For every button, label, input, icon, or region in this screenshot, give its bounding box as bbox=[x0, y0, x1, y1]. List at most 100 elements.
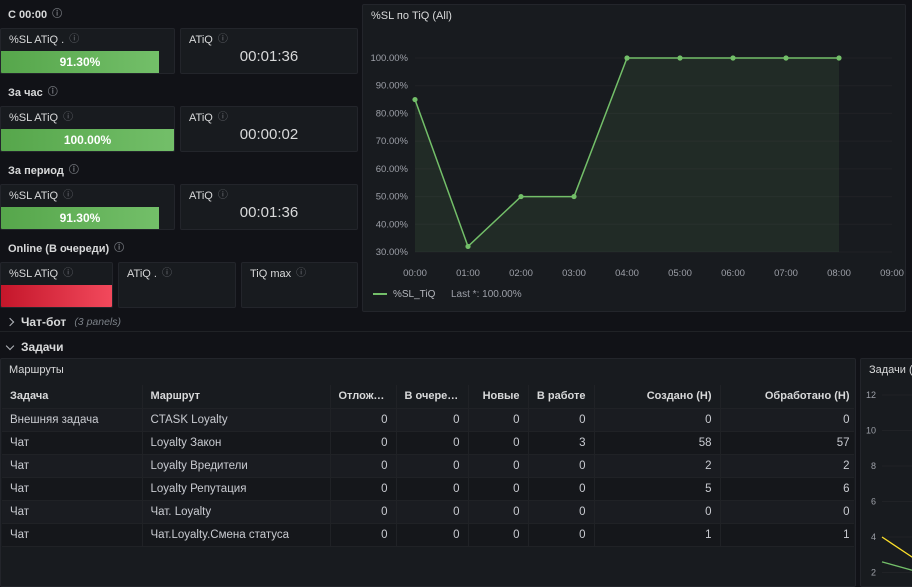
timeseries-panel[interactable]: %SL по TiQ (All) 100.00%90.00%80.00%70.0… bbox=[362, 4, 906, 312]
table-cell: 0 bbox=[396, 408, 468, 431]
table-column-header[interactable]: Отложены bbox=[330, 385, 396, 408]
panel-title[interactable]: Задачи (All bbox=[861, 359, 912, 381]
panel-title[interactable]: %SL ATiQ .ⓘ bbox=[1, 29, 174, 51]
panel-title-text: Маршруты bbox=[9, 364, 64, 376]
data-point bbox=[624, 55, 629, 60]
table-cell: 0 bbox=[396, 454, 468, 477]
tasks-mini-chart[interactable]: 12108642 bbox=[862, 385, 912, 586]
panel-title-text: ATiQ . bbox=[127, 268, 157, 280]
series-line bbox=[882, 562, 912, 576]
table-column-header[interactable]: Новые bbox=[468, 385, 528, 408]
table-cell: 2 bbox=[720, 454, 854, 477]
panel-title[interactable]: %SL ATiQⓘ bbox=[1, 185, 174, 207]
stat-panel[interactable]: ATiQ . ⓘ bbox=[118, 262, 236, 308]
panel-title[interactable]: ATiQ . ⓘ bbox=[119, 263, 235, 285]
info-icon[interactable]: ⓘ bbox=[69, 166, 79, 176]
y-tick-label: 50.00% bbox=[376, 192, 409, 203]
x-tick-label: 08:00 bbox=[827, 268, 851, 279]
chevron-down-icon bbox=[6, 341, 14, 349]
row-header-chatbot[interactable]: Чат-бот (3 panels) bbox=[0, 312, 912, 332]
table-cell: 0 bbox=[330, 500, 396, 523]
info-icon[interactable]: ⓘ bbox=[218, 191, 228, 201]
table-cell: 6 bbox=[720, 477, 854, 500]
table-cell: Loyalty Репутация bbox=[142, 477, 330, 500]
table-column-header[interactable]: Обработано (Н) bbox=[720, 385, 854, 408]
gauge-panel[interactable]: %SL ATiQ ⓘ bbox=[0, 262, 113, 308]
table-cell: 0 bbox=[720, 408, 854, 431]
gauge-bar: 91.30% bbox=[1, 207, 159, 229]
info-icon[interactable]: ⓘ bbox=[114, 244, 124, 254]
panel-title[interactable]: TiQ maxⓘ bbox=[242, 263, 357, 285]
table-cell: 5 bbox=[594, 477, 720, 500]
row-label: Чат-бот bbox=[21, 315, 66, 329]
info-icon[interactable]: ⓘ bbox=[52, 10, 62, 20]
y-tick-label: 12 bbox=[866, 390, 876, 400]
routes-table-panel[interactable]: Маршруты ЗадачаМаршрутОтложеныВ очередиН… bbox=[0, 358, 856, 587]
table-cell: 0 bbox=[396, 431, 468, 454]
stat-panel[interactable]: ATiQⓘ00:01:36 bbox=[180, 28, 358, 74]
table-cell: Чат bbox=[2, 523, 142, 546]
x-tick-label: 00:00 bbox=[403, 268, 427, 279]
tasks-chart-panel[interactable]: Задачи (All 12108642 bbox=[860, 358, 912, 587]
dashboard: С 00:00ⓘ%SL ATiQ .ⓘ91.30%ATiQⓘ00:01:36За… bbox=[0, 0, 912, 587]
group-title: За час bbox=[8, 87, 43, 99]
stat-panel[interactable]: TiQ maxⓘ bbox=[241, 262, 358, 308]
table-cell: 0 bbox=[594, 408, 720, 431]
table-cell: 0 bbox=[330, 431, 396, 454]
group-title: Online (В очереди) bbox=[8, 243, 109, 255]
timeseries-chart[interactable]: 100.00%90.00%80.00%70.00%60.00%50.00%40.… bbox=[363, 5, 905, 311]
panel-title[interactable]: %SL ATiQ ⓘ bbox=[1, 263, 112, 285]
data-point bbox=[518, 194, 523, 199]
row-header-tasks[interactable]: Задачи bbox=[0, 337, 912, 357]
info-icon[interactable]: ⓘ bbox=[63, 191, 73, 201]
panel-row: %SL ATiQⓘ91.30%ATiQⓘ00:01:36 bbox=[0, 184, 358, 230]
table-cell: 1 bbox=[720, 523, 854, 546]
legend-label[interactable]: %SL_TiQ bbox=[393, 289, 436, 300]
data-point bbox=[571, 194, 576, 199]
x-tick-label: 04:00 bbox=[615, 268, 639, 279]
y-tick-label: 6 bbox=[871, 497, 876, 507]
info-icon[interactable]: ⓘ bbox=[63, 113, 73, 123]
panel-title[interactable]: %SL ATiQ ⓘ bbox=[1, 107, 174, 129]
table-column-header[interactable]: Маршрут bbox=[142, 385, 330, 408]
table-cell: Чат bbox=[2, 431, 142, 454]
info-icon[interactable]: ⓘ bbox=[69, 35, 79, 45]
info-icon[interactable]: ⓘ bbox=[48, 88, 58, 98]
panel-title[interactable]: %SL по TiQ (All) bbox=[363, 5, 905, 27]
table-cell: 3 bbox=[528, 431, 594, 454]
panel-row: %SL ATiQⓘATiQ .ⓘTiQ maxⓘ bbox=[0, 262, 358, 308]
panel-title-text: %SL ATiQ bbox=[9, 268, 58, 280]
table-column-header[interactable]: В очереди bbox=[396, 385, 468, 408]
stat-panel[interactable]: ATiQⓘ00:01:36 bbox=[180, 184, 358, 230]
x-tick-label: 03:00 bbox=[562, 268, 586, 279]
y-tick-label: 40.00% bbox=[376, 219, 409, 230]
info-icon[interactable]: ⓘ bbox=[162, 269, 172, 279]
gauge-panel[interactable]: %SL ATiQⓘ91.30% bbox=[0, 184, 175, 230]
panel-title-text: %SL ATiQ bbox=[9, 112, 58, 124]
table-cell: Внешняя задача bbox=[2, 408, 142, 431]
table-cell: 0 bbox=[396, 477, 468, 500]
table-column-header[interactable]: В работе bbox=[528, 385, 594, 408]
table-wrap: ЗадачаМаршрутОтложеныВ очередиНовыеВ раб… bbox=[2, 385, 854, 586]
y-tick-label: 90.00% bbox=[376, 81, 409, 92]
table-cell: 0 bbox=[528, 477, 594, 500]
y-tick-label: 4 bbox=[871, 532, 876, 542]
chevron-right-icon bbox=[6, 317, 14, 325]
gauge-panel[interactable]: %SL ATiQ .ⓘ91.30% bbox=[0, 28, 175, 74]
table-cell: 0 bbox=[330, 454, 396, 477]
info-icon[interactable]: ⓘ bbox=[296, 269, 306, 279]
info-icon[interactable]: ⓘ bbox=[218, 35, 228, 45]
info-icon[interactable]: ⓘ bbox=[218, 113, 228, 123]
group-header: С 00:00ⓘ bbox=[8, 6, 358, 24]
info-icon[interactable]: ⓘ bbox=[63, 269, 73, 279]
table-column-header[interactable]: Создано (Н) bbox=[594, 385, 720, 408]
panel-title[interactable]: Маршруты bbox=[1, 359, 855, 381]
y-tick-label: 100.00% bbox=[370, 53, 408, 64]
panel-row: %SL ATiQⓘ100.00%ATiQⓘ00:00:02 bbox=[0, 106, 358, 152]
stat-panel[interactable]: ATiQⓘ00:00:02 bbox=[180, 106, 358, 152]
gauge-panel[interactable]: %SL ATiQⓘ100.00% bbox=[0, 106, 175, 152]
data-point bbox=[836, 55, 841, 60]
legend-item[interactable]: %SL_TiQLast *: 100.00% bbox=[373, 289, 522, 300]
data-point bbox=[412, 97, 417, 102]
table-column-header[interactable]: Задача bbox=[2, 385, 142, 408]
